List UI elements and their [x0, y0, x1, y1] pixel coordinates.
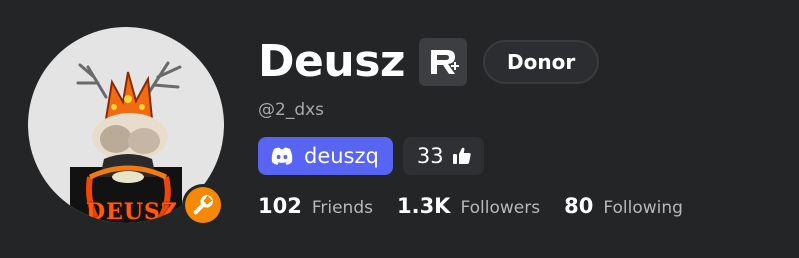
stat-value: 1.3K [396, 194, 451, 218]
followers-stat[interactable]: 1.3K Followers [397, 194, 540, 218]
donor-badge[interactable]: Donor [483, 40, 600, 84]
friends-stat[interactable]: 102 Friends [258, 194, 373, 218]
developer-badge[interactable] [182, 184, 224, 226]
name-row: Deusz Donor [258, 32, 600, 92]
discord-link-button[interactable]: deuszq [258, 137, 393, 175]
stat-label: Friends [311, 198, 373, 218]
developer-wrench-icon [185, 187, 221, 223]
stats-row: 102 Friends 1.3K Followers 80 Following [258, 190, 707, 222]
likes-count: 33 [416, 144, 444, 168]
display-name: Deusz [258, 36, 406, 87]
discord-icon [270, 147, 294, 165]
avatar-hat-text: DEUSZ [86, 199, 178, 223]
avatar-container[interactable]: DEUSZ [28, 27, 224, 226]
stat-value: 102 [258, 194, 302, 218]
following-stat[interactable]: 80 Following [564, 194, 683, 218]
discord-label: deuszq [304, 144, 379, 168]
username: @2_dxs [258, 100, 325, 120]
stat-label: Followers [460, 198, 541, 218]
roblox-premium-icon[interactable] [419, 38, 467, 86]
social-row: deuszq 33 [258, 137, 484, 175]
likes-button[interactable]: 33 [402, 137, 484, 175]
stat-label: Following [603, 198, 683, 218]
stat-value: 80 [564, 194, 594, 218]
thumbs-up-icon [452, 146, 472, 166]
